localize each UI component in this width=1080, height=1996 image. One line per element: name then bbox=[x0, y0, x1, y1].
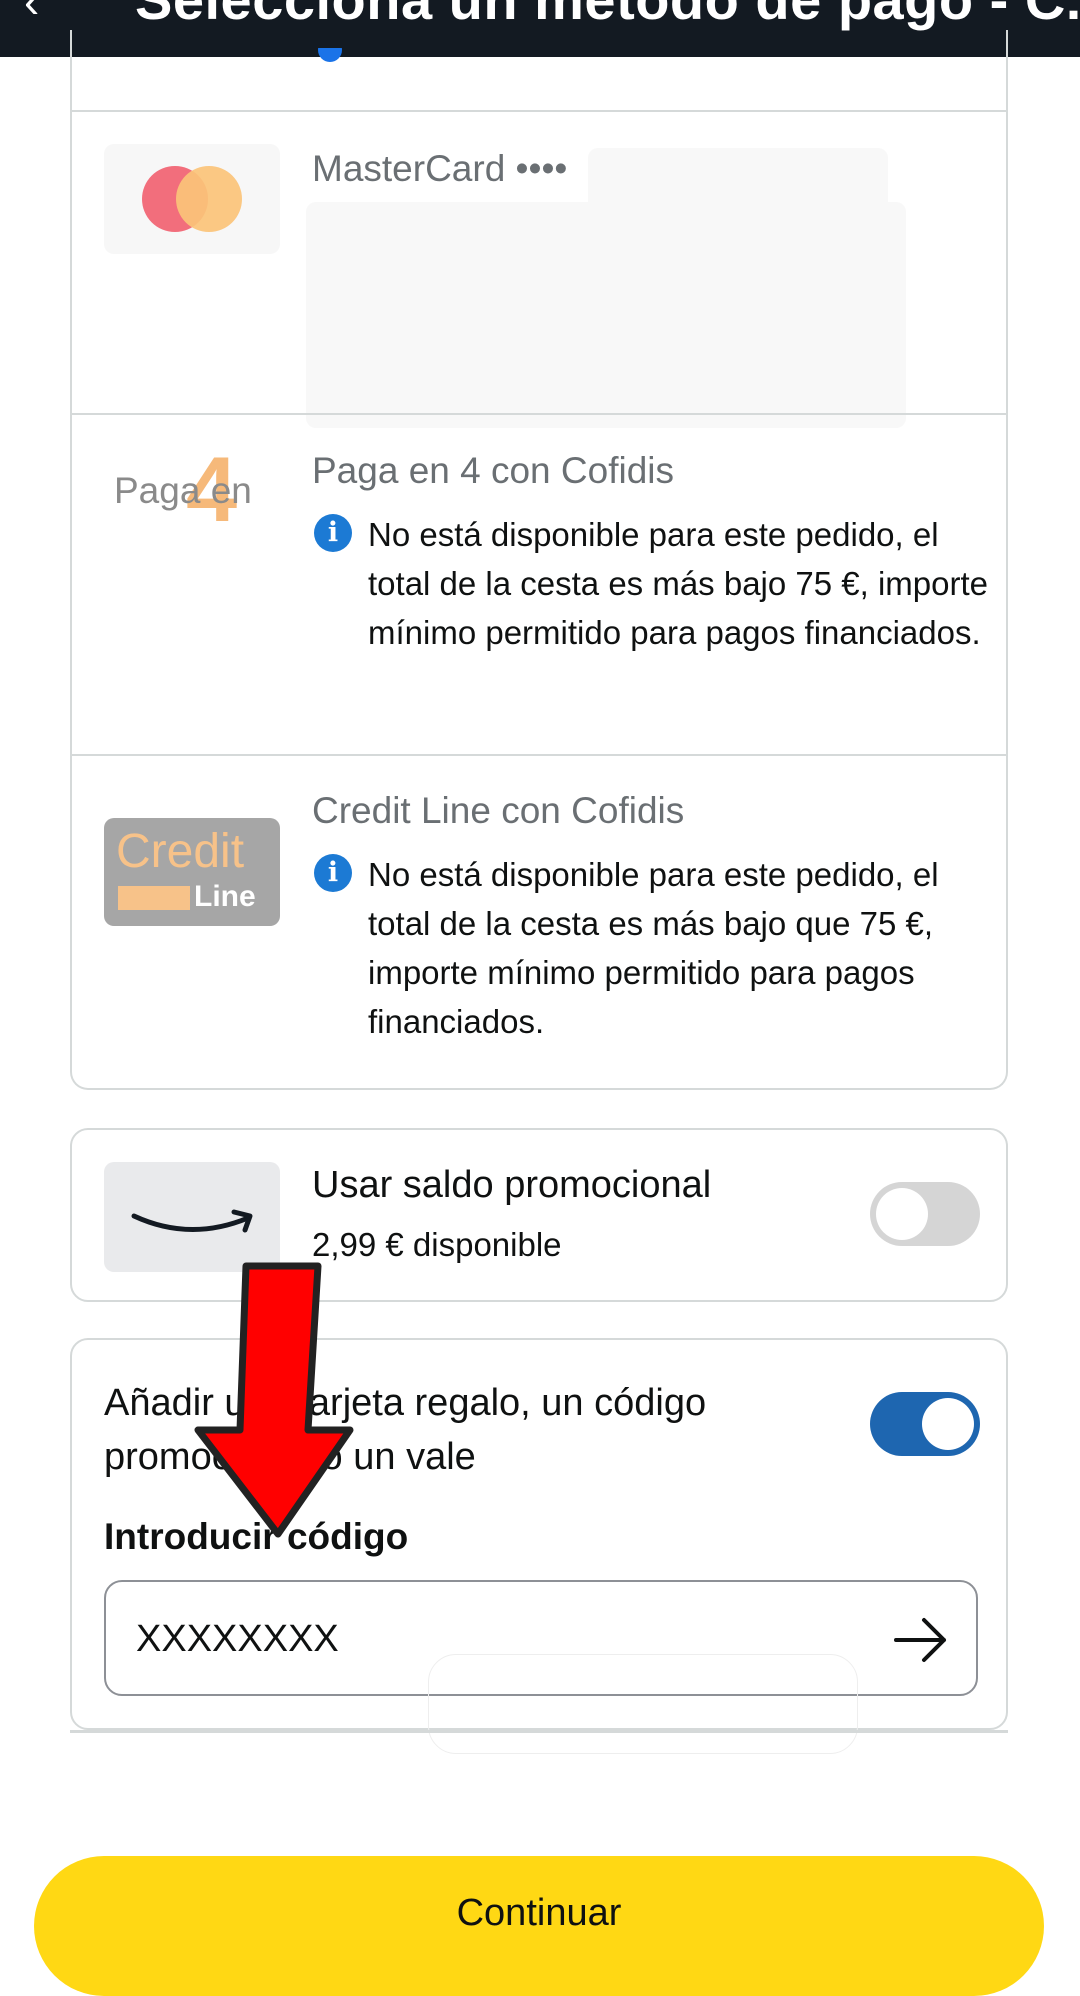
info-icon: i bbox=[314, 854, 352, 892]
info-icon bbox=[318, 48, 342, 62]
credit-logo-sub: Line bbox=[194, 880, 256, 913]
paga-logo-text: Paga en bbox=[114, 470, 252, 511]
amazon-smile-icon bbox=[131, 1209, 253, 1233]
red-arrow-annotation-icon bbox=[194, 1262, 354, 1538]
divider bbox=[72, 754, 1006, 756]
page-title: Selecciona un método de pago - C... bbox=[135, 0, 1080, 30]
amazon-logo bbox=[104, 1162, 280, 1272]
toggle-knob bbox=[876, 1188, 928, 1240]
payment-methods-card: MasterCard •••• 4 Paga en Paga en 4 con … bbox=[70, 30, 1008, 1090]
continue-button[interactable]: Continuar bbox=[34, 1856, 1044, 1996]
promo-balance-amount: 2,99 € disponible bbox=[312, 1226, 562, 1263]
credit-line-info: No está disponible para este pedido, el … bbox=[368, 856, 939, 1040]
gift-card-toggle[interactable] bbox=[870, 1392, 980, 1456]
divider bbox=[72, 413, 1006, 415]
paga-en-4-title: Paga en 4 con Cofidis bbox=[312, 450, 675, 491]
credit-line-title: Credit Line con Cofidis bbox=[312, 790, 685, 831]
promo-balance-toggle[interactable] bbox=[870, 1182, 980, 1246]
paga-en-4-info: No está disponible para este pedido, el … bbox=[368, 516, 989, 651]
toggle-knob bbox=[922, 1398, 974, 1450]
info-icon: i bbox=[314, 514, 352, 552]
divider bbox=[70, 1730, 1008, 1733]
back-arrow-icon[interactable]: ‹ bbox=[24, 0, 39, 24]
credit-line-logo: Credit Line bbox=[104, 818, 280, 926]
mastercard-yellow-circle bbox=[176, 166, 242, 232]
credit-logo-word: Credit bbox=[116, 825, 245, 878]
paga-en-4-logo: 4 Paga en bbox=[104, 440, 280, 540]
previous-method-partial bbox=[318, 48, 878, 62]
credit-logo-bar bbox=[118, 886, 190, 910]
promo-balance-title: Usar saldo promocional bbox=[312, 1164, 712, 1206]
mastercard-title: MasterCard •••• bbox=[312, 148, 568, 189]
faint-outline bbox=[428, 1654, 858, 1754]
code-input-value: XXXXXXXX bbox=[136, 1618, 339, 1660]
divider bbox=[72, 110, 1006, 112]
mastercard-logo bbox=[104, 144, 280, 254]
continue-label: Continuar bbox=[456, 1892, 622, 1934]
submit-arrow-icon[interactable] bbox=[892, 1612, 950, 1668]
redacted-area bbox=[306, 202, 906, 428]
